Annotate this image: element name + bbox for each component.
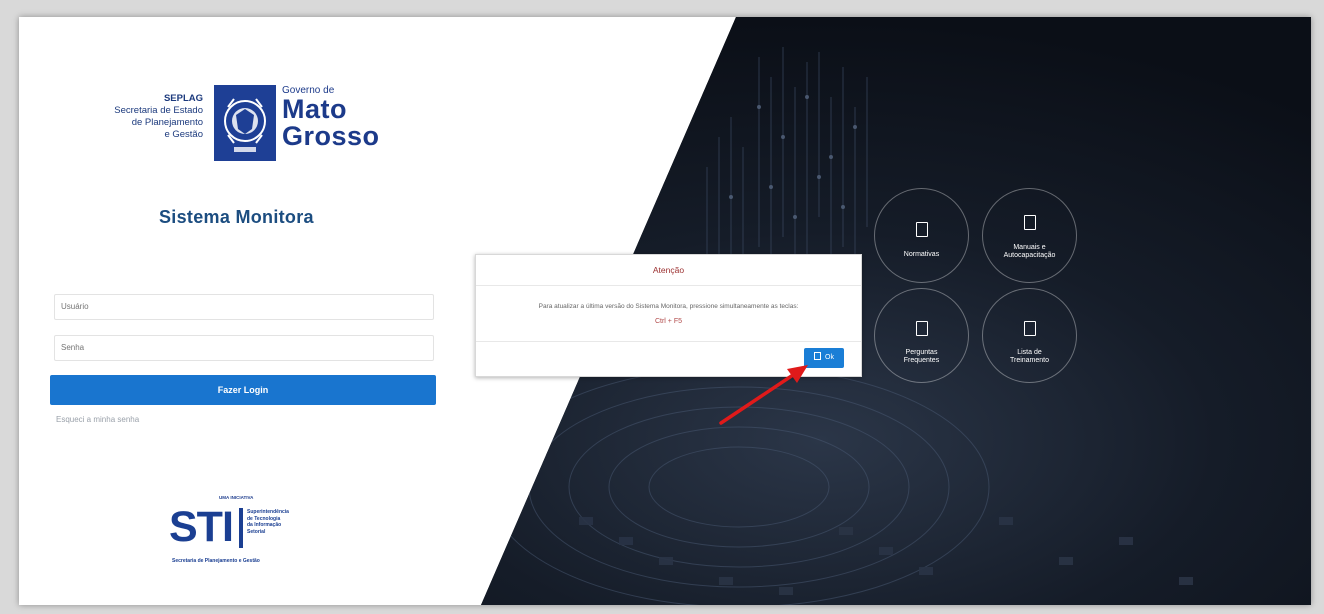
link-perguntas-label: Perguntas Frequentes [903,349,940,364]
sti-desc-line: Setorial [247,528,266,535]
document-icon [915,321,928,336]
link-manuais[interactable]: Manuais e Autocapacitação [982,188,1077,283]
dialog-footer: Ok [476,341,861,377]
link-normativas-label: Normativas [903,251,940,258]
document-icon [1023,321,1036,336]
dialog-shortcut: Ctrl + F5 [654,318,683,325]
forgot-password-link[interactable]: Esqueci a minha senha [56,415,139,424]
dialog-message: Para atualizar a última versão do Sistem… [538,303,799,310]
gov-mato-text: Mato [282,94,347,124]
username-input[interactable] [54,294,434,320]
seplag-text: SEPLAG Secretaria de Estado de Planejame… [79,93,203,141]
seplag-line: Secretaria de Estado [114,105,203,116]
dialog-title: Atenção [476,255,861,286]
seplag-acronym: SEPLAG [163,93,203,104]
password-input[interactable] [54,335,434,361]
page-title: Sistema Monitora [159,207,314,227]
governo-mt-wordmark: Governo de Mato Grosso [282,85,380,150]
state-crest-icon [214,85,276,161]
link-normativas[interactable]: Normativas [874,188,969,283]
document-icon [915,222,928,237]
sti-desc-line: Superintendência [247,509,289,515]
ok-button-label: Ok [825,354,834,361]
sti-top-text: UMA INICIATIVA [219,495,254,500]
sti-logo: UMA INICIATIVA STI Superintendência de T… [169,495,329,575]
sti-wordmark: STI [169,503,234,551]
attention-dialog: Atenção Para atualizar a última versão d… [475,254,862,377]
checkbox-icon [814,352,822,360]
browser-page: Normativas Manuais e Autocapacitação Per… [19,17,1311,605]
ok-button[interactable]: Ok [804,348,844,368]
seplag-logo: SEPLAG Secretaria de Estado de Planejame… [79,85,399,165]
gov-grosso-text: Grosso [282,121,380,151]
login-button[interactable]: Fazer Login [50,375,436,405]
link-lista-treinamento[interactable]: Lista de Treinamento [982,288,1077,383]
seplag-line: de Planejamento [131,117,203,128]
sti-divider [239,508,243,548]
link-perguntas-frequentes[interactable]: Perguntas Frequentes [874,288,969,383]
seplag-line: e Gestão [164,129,203,140]
link-lista-label: Lista de Treinamento [1009,349,1050,364]
link-manuais-label: Manuais e Autocapacitação [1003,244,1056,259]
document-icon [1023,215,1036,230]
sti-footer-text: Secretaria de Planejamento e Gestão [172,558,260,564]
sti-description: Superintendência de Tecnologia da Inform… [247,509,289,535]
